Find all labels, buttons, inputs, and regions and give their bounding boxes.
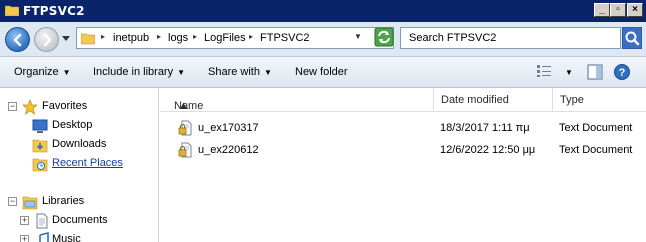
close-button[interactable]: × <box>627 3 643 17</box>
locked-text-file-icon <box>178 120 192 136</box>
column-header-type[interactable]: Type <box>553 88 646 112</box>
expand-toggle-icon[interactable]: + <box>20 216 29 225</box>
arrow-left-icon <box>13 33 22 47</box>
window-title: FTPSVC2 <box>23 4 85 18</box>
nav-label-favorites: Favorites <box>42 100 88 112</box>
chevron-down-icon: ▼ <box>177 68 186 77</box>
title-bar: FTPSVC2 _ ▫ × <box>0 0 646 22</box>
folder-icon <box>81 33 95 45</box>
breadcrumb-separator[interactable]: ▸ <box>157 32 161 41</box>
new-folder-button[interactable]: New folder <box>295 66 348 78</box>
forward-button[interactable] <box>34 27 59 52</box>
nav-item-music[interactable]: + Music <box>0 230 158 242</box>
preview-pane-icon[interactable] <box>587 64 603 80</box>
collapse-toggle-icon[interactable]: − <box>8 102 17 111</box>
file-row[interactable]: u_ex220612 12/6/2022 12:50 μμ Text Docum… <box>160 140 646 160</box>
nav-item-recent-places[interactable]: Recent Places <box>0 154 158 173</box>
file-date-modified: 12/6/2022 12:50 μμ <box>440 144 536 156</box>
include-in-library-menu[interactable]: Include in library ▼ <box>93 66 185 78</box>
navigation-pane: − Favorites Desktop Downloads Recent Pla… <box>0 88 159 242</box>
recent-places-icon <box>32 158 48 172</box>
folder-icon <box>5 5 19 16</box>
file-row[interactable]: u_ex170317 18/3/2017 1:11 πμ Text Docume… <box>160 118 646 138</box>
help-icon[interactable]: ? <box>614 64 630 80</box>
nav-label-downloads: Downloads <box>52 138 107 150</box>
search-input[interactable]: Search FTPSVC2 <box>400 27 621 49</box>
include-in-library-label: Include in library <box>93 66 174 78</box>
nav-item-documents[interactable]: + Documents <box>0 211 158 230</box>
file-name: u_ex220612 <box>198 144 259 156</box>
desktop-icon <box>32 119 48 133</box>
share-with-menu[interactable]: Share with ▼ <box>208 66 272 78</box>
column-header-name[interactable]: Name ▲ <box>160 88 434 112</box>
star-icon <box>22 99 38 115</box>
breadcrumb-separator[interactable]: ▸ <box>249 32 253 41</box>
column-label-date-modified: Date modified <box>441 94 509 106</box>
breadcrumb-separator[interactable]: ▸ <box>193 32 197 41</box>
nav-label-documents: Documents <box>52 214 108 226</box>
search-icon[interactable] <box>622 27 642 49</box>
nav-label-libraries: Libraries <box>42 195 85 207</box>
collapse-toggle-icon[interactable]: − <box>8 197 17 206</box>
command-bar: Organize ▼ Include in library ▼ Share with… <box>0 57 646 88</box>
view-dropdown-icon[interactable]: ▼ <box>565 68 573 77</box>
breadcrumb-inetpub[interactable]: inetpub <box>113 32 149 44</box>
column-label-type: Type <box>560 94 584 106</box>
breadcrumb-logfiles[interactable]: LogFiles <box>204 32 246 44</box>
minimize-button[interactable]: _ <box>594 3 610 17</box>
explorer-window: FTPSVC2 _ ▫ × ▸ inetpub ▸ logs ▸ LogFile… <box>0 0 646 242</box>
nav-label-music: Music <box>52 233 81 242</box>
back-button[interactable] <box>5 27 30 52</box>
address-dropdown-icon[interactable]: ▼ <box>354 32 362 41</box>
breadcrumb-ftpsvc2[interactable]: FTPSVC2 <box>260 32 310 44</box>
music-icon <box>39 232 49 242</box>
file-date-modified: 18/3/2017 1:11 πμ <box>440 122 530 134</box>
address-row: ▸ inetpub ▸ logs ▸ LogFiles ▸ FTPSVC2 ▼ … <box>0 22 646 57</box>
breadcrumb-separator[interactable]: ▸ <box>101 32 105 41</box>
file-type: Text Document <box>559 144 633 156</box>
maximize-button[interactable]: ▫ <box>610 3 626 17</box>
locked-text-file-icon <box>178 142 192 158</box>
svg-text:?: ? <box>619 67 626 79</box>
arrow-right-icon <box>43 33 52 47</box>
nav-item-libraries[interactable]: − Libraries <box>0 192 158 211</box>
chevron-down-icon: ▼ <box>263 68 272 77</box>
expand-toggle-icon[interactable]: + <box>20 235 29 242</box>
nav-label-desktop: Desktop <box>52 119 93 131</box>
history-dropdown-icon[interactable] <box>62 36 70 42</box>
file-list: Name ▲ Date modified Type u_ex170317 18/3… <box>160 88 646 242</box>
search-placeholder: Search FTPSVC2 <box>409 32 497 44</box>
nav-item-favorites[interactable]: − Favorites <box>0 97 158 116</box>
chevron-down-icon: ▼ <box>62 68 71 77</box>
column-header-date-modified[interactable]: Date modified <box>434 88 553 112</box>
nav-label-recent-places: Recent Places <box>52 157 123 169</box>
nav-item-desktop[interactable]: Desktop <box>0 116 158 135</box>
organize-label: Organize <box>14 66 59 78</box>
sort-ascending-icon: ▲ <box>178 100 189 112</box>
downloads-folder-icon <box>32 139 48 153</box>
breadcrumb-logs[interactable]: logs <box>168 32 188 44</box>
share-with-label: Share with <box>208 66 260 78</box>
documents-icon <box>36 213 48 229</box>
libraries-icon <box>22 196 38 210</box>
organize-menu[interactable]: Organize ▼ <box>14 66 71 78</box>
file-name: u_ex170317 <box>198 122 259 134</box>
address-bar[interactable]: ▸ inetpub ▸ logs ▸ LogFiles ▸ FTPSVC2 ▼ <box>76 27 394 49</box>
nav-item-downloads[interactable]: Downloads <box>0 135 158 154</box>
refresh-icon[interactable] <box>374 27 394 47</box>
file-type: Text Document <box>559 122 633 134</box>
view-options-icon[interactable] <box>536 64 552 78</box>
